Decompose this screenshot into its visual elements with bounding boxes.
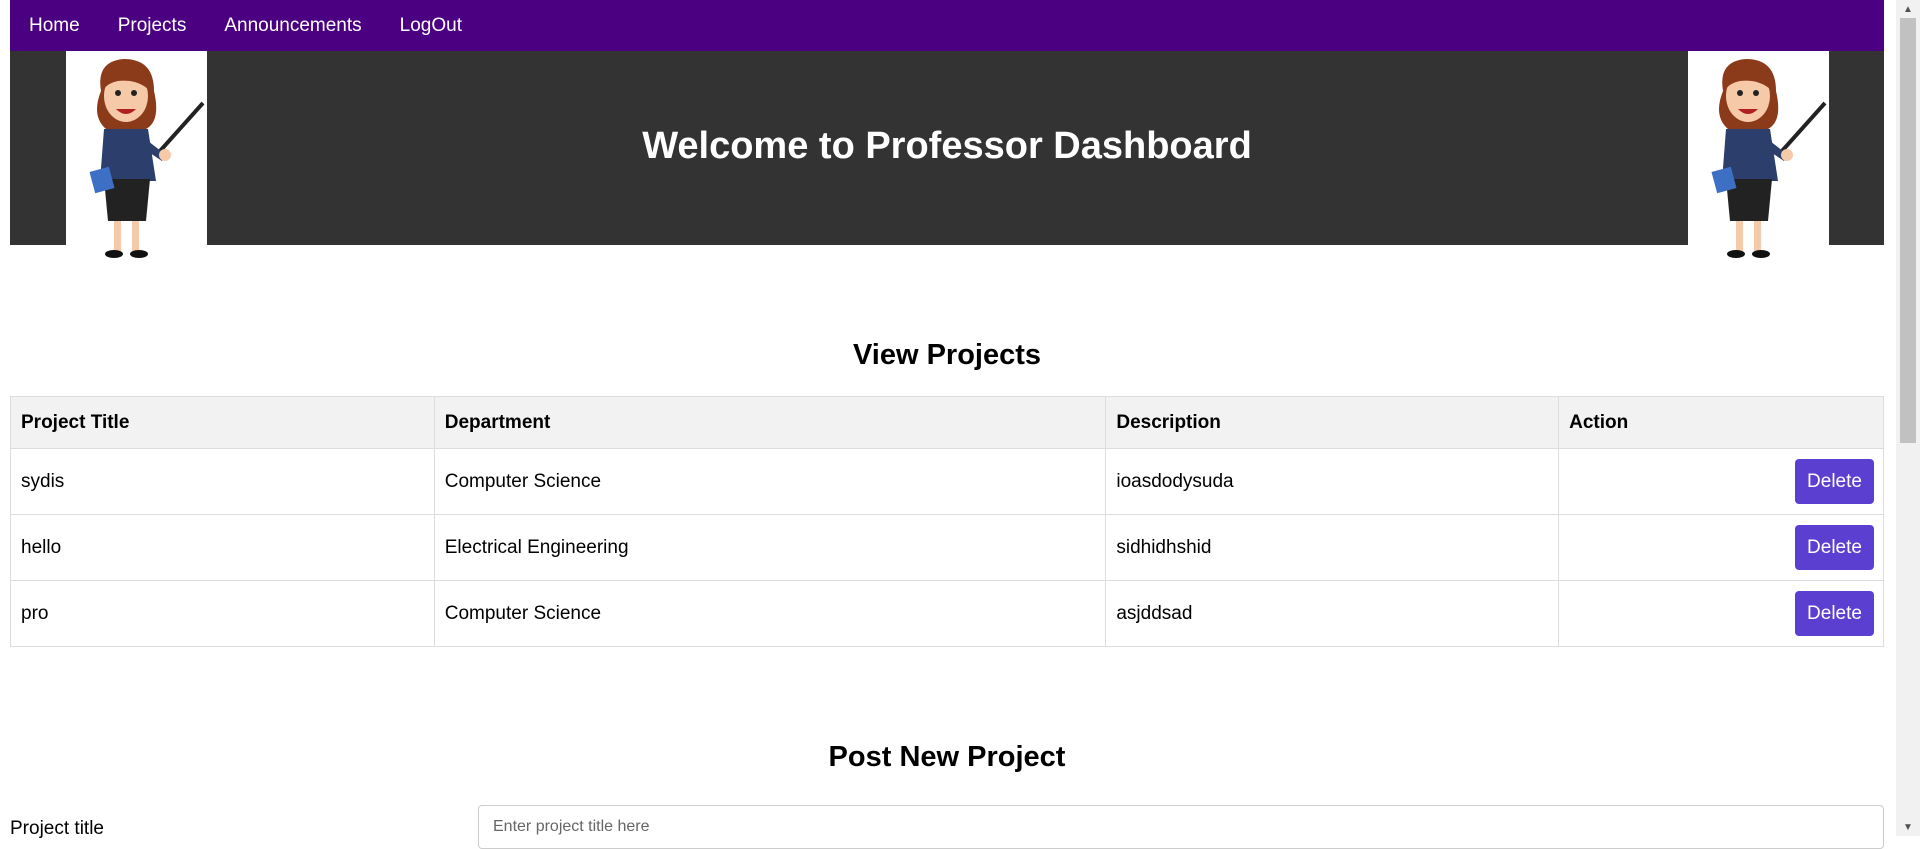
scroll-up-arrow-icon[interactable]: ▲ bbox=[1896, 0, 1920, 18]
delete-button[interactable]: Delete bbox=[1795, 525, 1874, 570]
cell-description: ioasdodysuda bbox=[1105, 448, 1560, 515]
project-title-input[interactable] bbox=[478, 805, 1884, 849]
projects-table: Project Title Department Description Act… bbox=[10, 396, 1884, 647]
cell-project-title: sydis bbox=[10, 448, 435, 515]
scrollbar-thumb[interactable] bbox=[1900, 18, 1916, 443]
teacher-illustration-left bbox=[66, 51, 207, 261]
delete-button[interactable]: Delete bbox=[1795, 459, 1874, 504]
scroll-down-arrow-icon[interactable]: ▼ bbox=[1896, 818, 1920, 836]
top-nav: Home Projects Announcements LogOut bbox=[10, 0, 1884, 51]
nav-home-link[interactable]: Home bbox=[29, 14, 80, 38]
page: Home Projects Announcements LogOut Welco… bbox=[10, 0, 1884, 849]
view-projects-heading: View Projects bbox=[852, 339, 1042, 371]
column-header-project-title: Project Title bbox=[10, 396, 435, 449]
column-header-department: Department bbox=[433, 396, 1107, 449]
vertical-scrollbar[interactable]: ▲ ▼ bbox=[1896, 0, 1920, 836]
cell-department: Computer Science bbox=[433, 448, 1107, 515]
cell-action: Delete bbox=[1558, 448, 1884, 515]
nav-logout-link[interactable]: LogOut bbox=[400, 14, 462, 38]
cell-project-title: hello bbox=[10, 514, 435, 581]
cell-action: Delete bbox=[1558, 514, 1884, 581]
nav-projects-link[interactable]: Projects bbox=[118, 14, 187, 38]
teacher-illustration-right bbox=[1688, 51, 1829, 261]
table-row: pro Computer Science asjddsad Delete bbox=[10, 580, 1884, 647]
cell-department: Computer Science bbox=[433, 580, 1107, 647]
project-title-label: Project title bbox=[10, 818, 104, 839]
table-row: sydis Computer Science ioasdodysuda Dele… bbox=[10, 448, 1884, 515]
cell-description: sidhidhshid bbox=[1105, 514, 1560, 581]
cell-project-title: pro bbox=[10, 580, 435, 647]
cell-department: Electrical Engineering bbox=[433, 514, 1107, 581]
column-header-description: Description bbox=[1105, 396, 1560, 449]
cell-action: Delete bbox=[1558, 580, 1884, 647]
column-header-action: Action bbox=[1558, 396, 1884, 449]
nav-announcements-link[interactable]: Announcements bbox=[224, 14, 361, 38]
table-header-row: Project Title Department Description Act… bbox=[10, 396, 1884, 449]
banner: Welcome to Professor Dashboard bbox=[10, 51, 1884, 245]
delete-button[interactable]: Delete bbox=[1795, 591, 1874, 636]
table-row: hello Electrical Engineering sidhidhshid… bbox=[10, 514, 1884, 581]
cell-description: asjddsad bbox=[1105, 580, 1560, 647]
post-project-heading: Post New Project bbox=[828, 741, 1066, 773]
page-title: Welcome to Professor Dashboard bbox=[642, 125, 1252, 167]
